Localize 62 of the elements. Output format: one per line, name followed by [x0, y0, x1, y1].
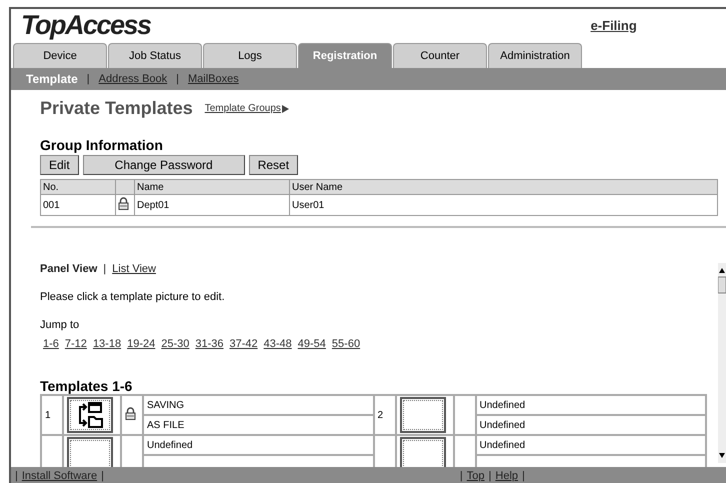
template-picture-button[interactable] — [400, 437, 446, 467]
template-name-cell: Undefined — [476, 395, 706, 415]
efiling-link[interactable]: e-Filing — [590, 18, 637, 33]
template-name-cell: Undefined — [476, 435, 706, 455]
group-button[interactable]: Reset — [248, 155, 298, 175]
separator: | — [86, 73, 90, 85]
page-title: Private Templates — [40, 98, 193, 119]
jump-link[interactable]: 19-24 — [127, 338, 156, 350]
templates-heading: Templates 1-6 — [40, 378, 134, 394]
group-button[interactable]: Edit — [40, 155, 79, 175]
jump-link[interactable]: 55-60 — [332, 338, 360, 350]
column-header: Name — [134, 180, 290, 194]
template-name-cell: Undefined — [143, 435, 374, 455]
template-picture-button[interactable] — [67, 437, 113, 467]
jump-link[interactable]: 49-54 — [298, 338, 326, 350]
separator: | — [488, 470, 492, 482]
nav-tab[interactable]: Job Status — [108, 43, 202, 68]
logo: TopAccess — [21, 10, 151, 41]
lock-icon — [125, 407, 136, 420]
jump-link[interactable]: 25-30 — [161, 338, 190, 350]
template-groups-link[interactable]: Template Groups — [204, 103, 289, 114]
nav-tab[interactable]: Administration — [488, 43, 582, 68]
table-cell: User01 — [290, 194, 718, 216]
footer-link[interactable]: Top — [466, 470, 485, 482]
jump-link[interactable]: 37-42 — [230, 338, 258, 350]
scrollbar[interactable] — [718, 263, 726, 463]
instruction-text: Please click a template picture to edit. — [40, 291, 226, 303]
jump-link[interactable]: 43-48 — [264, 338, 292, 350]
jump-link[interactable]: 13-18 — [92, 338, 122, 350]
jump-link[interactable]: 1-6 — [43, 338, 59, 350]
jump-link[interactable]: 7-12 — [64, 338, 87, 350]
group-button[interactable]: Change Password — [82, 155, 245, 175]
nav-tab[interactable]: Device — [13, 43, 107, 68]
column-header: User Name — [290, 180, 718, 194]
footer-link[interactable]: Install Software — [22, 470, 98, 482]
separator: | — [103, 263, 106, 275]
view-link[interactable]: List View — [112, 263, 156, 275]
separator: | — [460, 470, 463, 482]
separator: | — [15, 470, 18, 482]
separator: | — [522, 470, 525, 482]
jump-label: Jump to — [40, 319, 80, 331]
lock-icon — [118, 197, 129, 210]
column-header: No. — [40, 180, 116, 194]
nav-tab[interactable]: Logs — [203, 43, 297, 68]
nav-tab[interactable]: Counter — [393, 43, 487, 68]
table-cell: 001 — [40, 194, 116, 216]
template-picture-button[interactable] — [400, 397, 446, 433]
table-cell: Dept01 — [134, 194, 290, 216]
template-name-cell: Undefined — [476, 415, 706, 435]
section-heading: Group Information — [40, 137, 164, 153]
jump-link[interactable]: 31-36 — [195, 338, 224, 350]
view-link[interactable]: Panel View — [40, 263, 98, 275]
template-name-cell: SAVING — [143, 395, 374, 415]
separator: | — [101, 470, 104, 482]
template-number: 1 — [41, 395, 63, 435]
separator: | — [176, 73, 179, 85]
template-number: 2 — [374, 395, 396, 435]
arrow-icon — [282, 104, 289, 112]
subnav-link[interactable]: Address Book — [98, 73, 168, 85]
footer-link[interactable]: Help — [495, 470, 518, 482]
subnav-link[interactable]: MailBoxes — [188, 73, 239, 85]
template-picture-button[interactable] — [67, 397, 113, 433]
